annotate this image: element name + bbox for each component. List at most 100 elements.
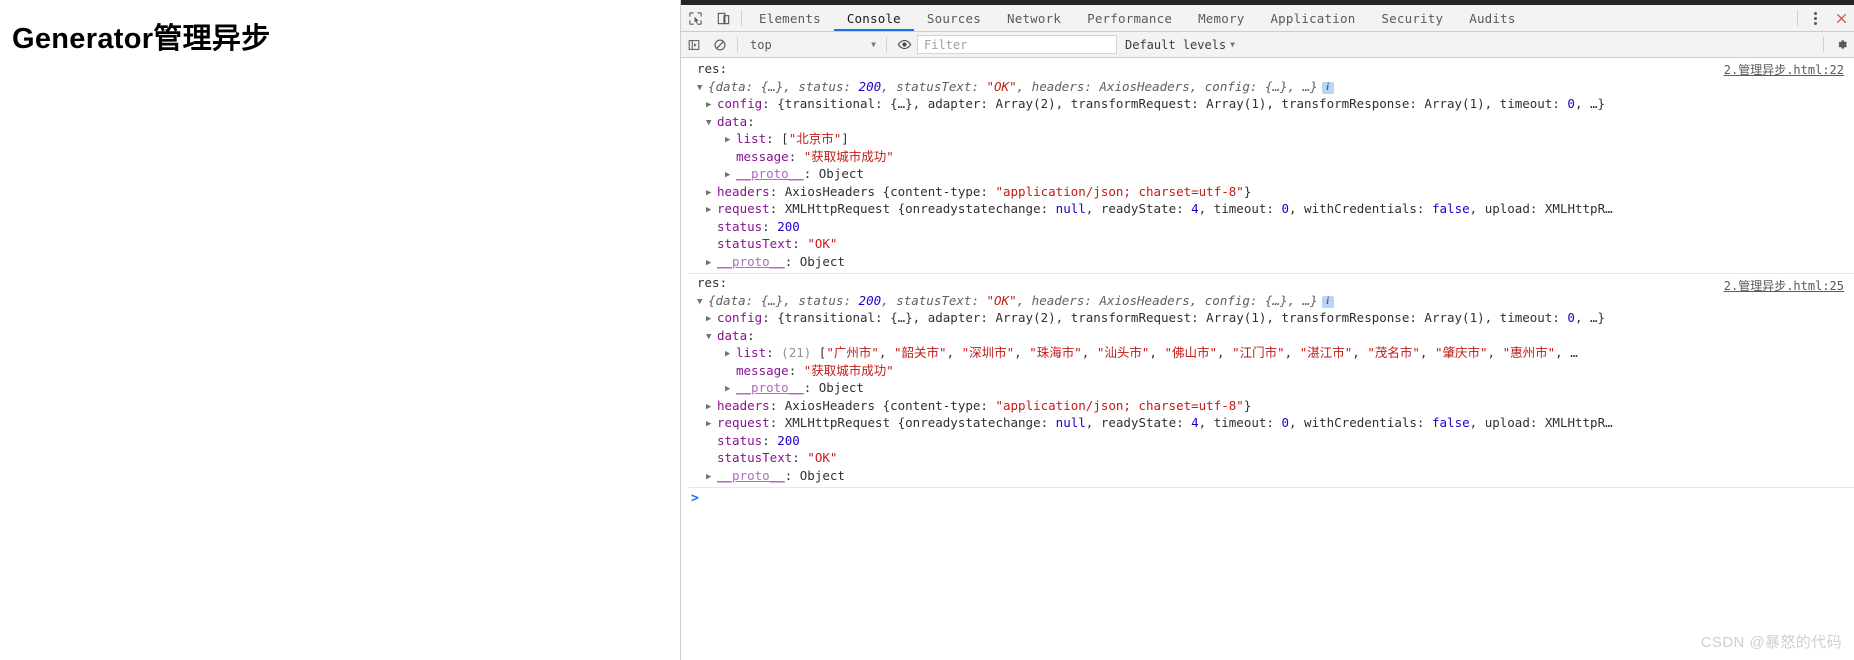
settings-gear-icon[interactable] [1828, 32, 1854, 57]
property-row-config[interactable]: ▶ config: {transitional: {…}, adapter: Ar… [681, 309, 1854, 327]
tab-application[interactable]: Application [1257, 5, 1368, 31]
object-preview-row[interactable]: ▼ {data: {…}, status: 200, statusText: "O… [681, 78, 1854, 96]
array-item: "深圳市" [961, 345, 1015, 360]
expand-arrow-icon[interactable]: ▶ [706, 97, 717, 113]
spacer-icon: ▶ [706, 220, 717, 236]
property-row-status: ▶status: 200 [681, 432, 1854, 450]
property-row-list[interactable]: ▶ list: (21) ["广州市", "韶关市", "深圳市", "珠海市",… [681, 344, 1854, 362]
property-row-statustext: ▶statusText: "OK" [681, 235, 1854, 253]
toolbar-divider [741, 10, 742, 26]
tab-security[interactable]: Security [1368, 5, 1456, 31]
console-prompt[interactable]: > [681, 488, 1854, 510]
device-toolbar-icon[interactable] [709, 5, 737, 31]
tab-performance[interactable]: Performance [1074, 5, 1185, 31]
expand-arrow-icon[interactable]: ▶ [706, 185, 717, 201]
property-row-headers[interactable]: ▶ headers: AxiosHeaders {content-type: "a… [681, 183, 1854, 201]
property-row-proto[interactable]: ▶ __proto__: Object [681, 379, 1854, 397]
expand-arrow-icon[interactable]: ▶ [706, 311, 717, 327]
tab-console[interactable]: Console [834, 5, 914, 31]
info-badge[interactable]: i [1321, 81, 1334, 94]
expand-arrow-icon[interactable]: ▶ [725, 346, 736, 362]
property-row-statustext: ▶statusText: "OK" [681, 449, 1854, 467]
expand-arrow-icon[interactable]: ▶ [706, 399, 717, 415]
tab-memory[interactable]: Memory [1185, 5, 1257, 31]
property-row-proto[interactable]: ▶ __proto__: Object [681, 165, 1854, 183]
property-row-request[interactable]: ▶ request: XMLHttpRequest {onreadystatech… [681, 200, 1854, 218]
search-input[interactable] [917, 35, 1117, 54]
clear-console-icon[interactable] [707, 32, 733, 57]
property-row-proto[interactable]: ▶ __proto__: Object [681, 467, 1854, 485]
tab-audits[interactable]: Audits [1456, 5, 1528, 31]
devtools-tab-strip: Elements Console Sources Network Perform… [681, 5, 1854, 32]
property-row-data[interactable]: ▼ data: [681, 113, 1854, 131]
array-item: "韶关市" [893, 345, 947, 360]
property-row-message: ▶message: "获取城市成功" [681, 362, 1854, 380]
array-item: "汕头市" [1096, 345, 1150, 360]
array-item: "珠海市" [1029, 345, 1082, 360]
toolbar-divider [737, 37, 738, 52]
execution-context-value: top [750, 37, 772, 52]
property-row-message: ▶message: "获取城市成功" [681, 148, 1854, 166]
console-log-entry: 2.管理异步.html:25 res: ▼ {data: {…}, status:… [681, 274, 1854, 484]
array-item: "江门市" [1232, 345, 1285, 360]
toolbar-divider [1797, 10, 1798, 26]
spacer-icon: ▶ [706, 237, 717, 253]
prompt-chevron-icon: > [691, 491, 699, 507]
property-row-request[interactable]: ▶ request: XMLHttpRequest {onreadystatech… [681, 414, 1854, 432]
collapse-arrow-icon[interactable]: ▼ [697, 80, 708, 96]
execute-sidebar-icon[interactable] [681, 32, 707, 57]
property-row-data[interactable]: ▼ data: [681, 327, 1854, 345]
log-label-row: res: [697, 275, 728, 290]
close-icon[interactable] [1828, 5, 1854, 31]
console-log-entry: 2.管理异步.html:22 res: ▼ {data: {…}, status:… [681, 60, 1854, 270]
console-toolbar: top ▼ Default levels ▼ [681, 32, 1854, 58]
tab-strip-actions [1793, 5, 1854, 31]
collapse-arrow-icon[interactable]: ▼ [706, 329, 717, 345]
expand-arrow-icon[interactable]: ▶ [725, 167, 736, 183]
console-toolbar-actions [1819, 32, 1854, 57]
array-preview-cities: "广州市", "韶关市", "深圳市", "珠海市", "汕头市", "佛山市"… [826, 345, 1556, 360]
live-expression-icon[interactable] [891, 32, 917, 57]
log-level-selector[interactable]: Default levels ▼ [1117, 32, 1243, 57]
array-length: (21) [781, 345, 812, 360]
toolbar-divider [1823, 37, 1824, 52]
info-badge[interactable]: i [1321, 295, 1334, 308]
expand-arrow-icon[interactable]: ▶ [706, 255, 717, 271]
chevron-down-icon: ▼ [871, 39, 876, 49]
toolbar-divider [886, 37, 887, 52]
spacer-icon: ▶ [706, 451, 717, 467]
array-item: "湛江市" [1299, 345, 1353, 360]
spacer-icon: ▶ [706, 434, 717, 450]
property-row-status: ▶status: 200 [681, 218, 1854, 236]
object-preview-row[interactable]: ▼ {data: {…}, status: 200, statusText: "O… [681, 292, 1854, 310]
array-item: "广州市" [826, 345, 879, 360]
array-item: "佛山市" [1164, 345, 1218, 360]
tab-elements[interactable]: Elements [746, 5, 834, 31]
execution-context-selector[interactable]: top ▼ [742, 32, 882, 57]
expand-arrow-icon[interactable]: ▶ [725, 381, 736, 397]
expand-arrow-icon[interactable]: ▶ [725, 132, 736, 148]
array-item: "茂名市" [1367, 345, 1420, 360]
collapse-arrow-icon[interactable]: ▼ [706, 115, 717, 131]
spacer-icon: ▶ [725, 150, 736, 166]
log-source-link[interactable]: 2.管理异步.html:25 [1724, 278, 1844, 296]
property-row-list[interactable]: ▶ list: ["北京市"] [681, 130, 1854, 148]
property-row-proto[interactable]: ▶ __proto__: Object [681, 253, 1854, 271]
expand-arrow-icon[interactable]: ▶ [706, 202, 717, 218]
chevron-down-icon: ▼ [1230, 39, 1235, 49]
tab-network[interactable]: Network [994, 5, 1074, 31]
log-source-link[interactable]: 2.管理异步.html:22 [1724, 62, 1844, 80]
tab-sources[interactable]: Sources [914, 5, 994, 31]
expand-arrow-icon[interactable]: ▶ [706, 416, 717, 432]
property-row-config[interactable]: ▶ config: {transitional: {…}, adapter: Ar… [681, 95, 1854, 113]
property-row-headers[interactable]: ▶ headers: AxiosHeaders {content-type: "a… [681, 397, 1854, 415]
watermark: CSDN @暴怒的代码 [1700, 634, 1842, 651]
collapse-arrow-icon[interactable]: ▼ [697, 294, 708, 310]
expand-arrow-icon[interactable]: ▶ [706, 469, 717, 485]
inspect-element-icon[interactable] [681, 5, 709, 31]
spacer-icon: ▶ [725, 364, 736, 380]
more-options-icon[interactable] [1802, 5, 1828, 31]
console-output[interactable]: 2.管理异步.html:22 res: ▼ {data: {…}, status:… [681, 58, 1854, 660]
log-label-row: res: [697, 61, 728, 76]
array-item: "惠州市" [1502, 345, 1556, 360]
